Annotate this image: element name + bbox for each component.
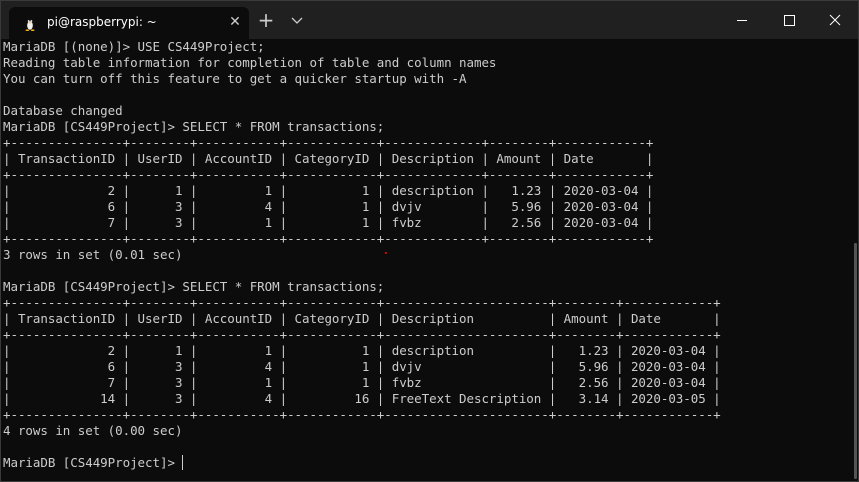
terminal-line: | TransactionID | UserID | AccountID | C… — [3, 311, 721, 326]
text-cursor — [182, 455, 184, 470]
scrollbar-thumb[interactable] — [854, 243, 857, 479]
close-button[interactable] — [812, 1, 858, 39]
terminal-line: +---------------+--------+-----------+--… — [3, 295, 721, 310]
new-tab-button[interactable]: + — [256, 10, 276, 30]
terminal-line: | 6 | 3 | 4 | 1 | dvjv | 5.96 | 2020-03-… — [3, 199, 654, 214]
terminal-line: +---------------+--------+-----------+--… — [3, 135, 654, 150]
terminal-line: Database changed — [3, 103, 123, 118]
terminal-line: | 7 | 3 | 1 | 1 | fvbz | 2.56 | 2020-03-… — [3, 375, 721, 390]
terminal-line: MariaDB [(none)]> USE CS449Project; — [3, 39, 265, 54]
terminal-line: | 7 | 3 | 1 | 1 | fvbz | 2.56 | 2020-03-… — [3, 215, 654, 230]
terminal-line: +---------------+--------+-----------+--… — [3, 327, 721, 342]
maximize-button[interactable] — [766, 1, 812, 39]
terminal-line: | 14 | 3 | 4 | 16 | FreeText Description… — [3, 391, 721, 406]
terminal-line: +---------------+--------+-----------+--… — [3, 407, 721, 422]
terminal-window: pi@raspberrypi: ~ ✕ + MariaDB [(none)]> … — [0, 0, 859, 482]
terminal-line: | 2 | 1 | 1 | 1 | description | 1.23 | 2… — [3, 183, 654, 198]
title-bar[interactable]: pi@raspberrypi: ~ ✕ + — [1, 1, 858, 39]
scrollbar[interactable] — [853, 39, 858, 481]
terminal-line: You can turn off this feature to get a q… — [3, 71, 467, 86]
minimize-button[interactable] — [719, 1, 765, 39]
tab-title: pi@raspberrypi: ~ — [47, 15, 157, 29]
terminal-output[interactable]: MariaDB [(none)]> USE CS449Project; Readi… — [1, 39, 853, 481]
linux-penguin-icon — [23, 16, 37, 31]
terminal-line: MariaDB [CS449Project]> SELECT * FROM tr… — [3, 119, 385, 134]
stray-pixel — [385, 252, 387, 254]
terminal-line: +---------------+--------+-----------+--… — [3, 167, 654, 182]
terminal-line: Reading table information for completion… — [3, 55, 497, 70]
terminal-line: 3 rows in set (0.01 sec) — [3, 247, 183, 262]
terminal-line: 4 rows in set (0.00 sec) — [3, 423, 183, 438]
terminal-line: MariaDB [CS449Project]> — [3, 455, 184, 470]
terminal-line: | TransactionID | UserID | AccountID | C… — [3, 151, 654, 166]
tab-close-icon[interactable]: ✕ — [226, 13, 244, 31]
terminal-line: MariaDB [CS449Project]> SELECT * FROM tr… — [3, 279, 385, 294]
terminal-line: | 6 | 3 | 4 | 1 | dvjv | 5.96 | 2020-03-… — [3, 359, 721, 374]
chevron-down-icon[interactable] — [289, 12, 305, 28]
tab-pi-raspberrypi[interactable]: pi@raspberrypi: ~ ✕ — [9, 7, 249, 39]
terminal-line: | 2 | 1 | 1 | 1 | description | 1.23 | 2… — [3, 343, 721, 358]
terminal-line: +---------------+--------+-----------+--… — [3, 231, 654, 246]
